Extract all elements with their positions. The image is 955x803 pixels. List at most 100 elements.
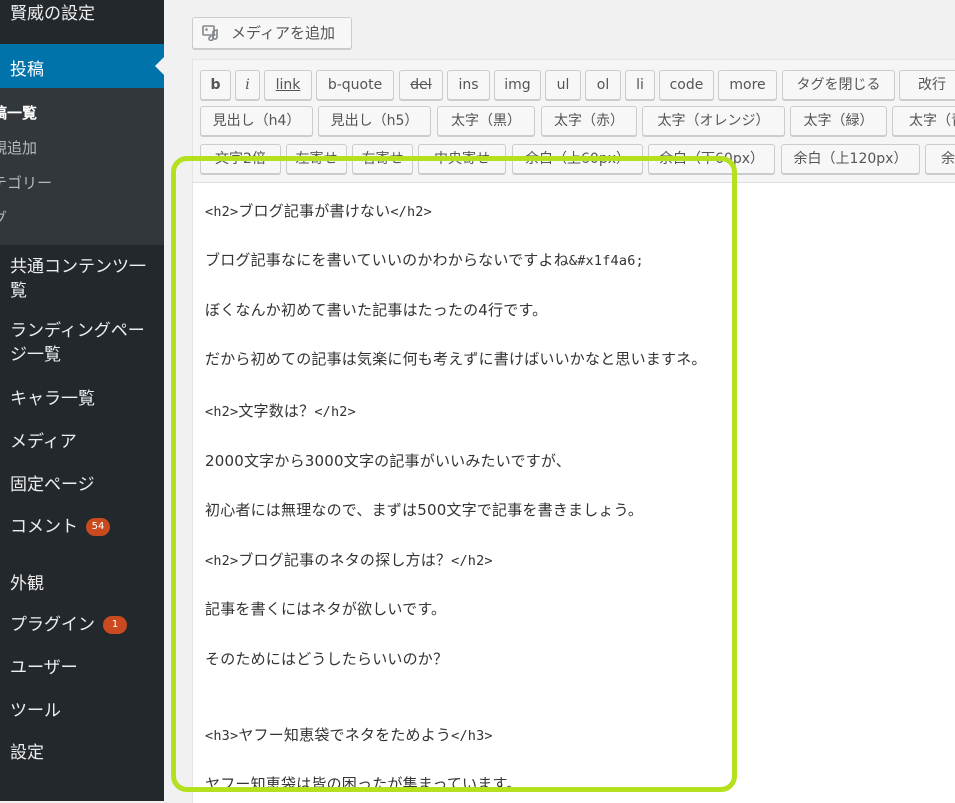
content-line: <h2>ブログ記事のネタの探し方は？</h2> [205,549,493,570]
qt-align-left-button[interactable]: 左寄せ [286,144,347,174]
sidebar-item-posts[interactable]: 投稿 [0,44,164,88]
current-menu-arrow [155,57,164,75]
sidebar-item-landing-pages[interactable]: ランディングペー ジ一覧 [0,319,164,367]
sidebar-item-characters[interactable]: キャラ一覧 [0,384,164,410]
submenu-item-tags[interactable]: グ [0,207,7,228]
content-line: ヤフー知恵袋は皆の困ったが集まっています。 [205,775,522,793]
qt-bold-button[interactable]: b [200,70,231,100]
sidebar-item-common-contents[interactable]: 共通コンテンツ一 覧 [0,255,164,303]
sidebar-item-label: コメント 54 [10,512,110,537]
line-text: ブログ記事が書けない [238,202,391,220]
sidebar-item-label: ツール [10,701,61,721]
content-line: 2000文字から3000文字の記事がいいみたいですが、 [205,452,571,470]
sidebar-item-label: 外観 [10,574,44,594]
content-line: 記事を書くにはネタが欲しいです。 [205,600,447,618]
sidebar-item-plugins[interactable]: プラグイン 1 [0,610,164,636]
tag-close: </h3> [451,728,493,744]
qt-del-button[interactable]: del [399,70,443,100]
quicktags-toolbar: b i link b-quote del ins img ul ol li co… [193,60,955,183]
tag-close: </h2> [390,204,432,220]
sidebar-item-appearance[interactable]: 外観 [0,569,164,595]
sidebar-item-pages[interactable]: 固定ページ [0,470,164,496]
sidebar-item-label: 賢威の設定 [10,4,95,24]
sidebar-item-keni-settings[interactable]: 賢威の設定 [0,0,164,24]
qt-h4-button[interactable]: 見出し（h4） [200,106,313,136]
line-text: ブログ記事なにを書いていいのかわからないですよね [205,251,569,269]
qt-margin-top-60-button[interactable]: 余白（上60px） [512,144,643,174]
sidebar-item-label-text: コメント [10,517,78,537]
add-media-button[interactable]: メディアを追加 [192,17,352,49]
content-line: 初心者には無理なので、まずは500文字で記事を書きましょう。 [205,501,644,519]
sidebar-item-label: ユーザー [10,658,78,678]
sidebar-item-label-text: プラグイン [10,615,95,635]
sidebar-item-label: メディア [10,432,77,452]
content-line: そのためにはどうしたらいいのか？ [205,650,449,668]
submenu-item-add-new[interactable]: 規追加 [0,137,37,158]
main-content: メディアを追加 b i link b-quote del ins img ul … [164,0,955,803]
post-content-textarea[interactable]: <h2>ブログ記事が書けない</h2> ブログ記事なにを書いていいのかわからない… [193,183,955,803]
qt-ins-button[interactable]: ins [447,70,490,100]
line-text: ブログ記事のネタの探し方は？ [238,551,452,569]
submenu-item-all-posts[interactable]: 稿一覧 [0,102,37,123]
qt-bold-green-button[interactable]: 太字（緑） [790,106,887,136]
comment-count-badge: 54 [86,518,110,536]
sidebar-item-label: 固定ページ [10,475,95,495]
sidebar-item-label: プラグイン 1 [10,610,127,635]
qt-h5-button[interactable]: 見出し（h5） [318,106,431,136]
qt-bold-orange-button[interactable]: 太字（オレンジ） [642,106,785,136]
text-editor: b i link b-quote del ins img ul ol li co… [192,59,955,803]
qt-align-center-button[interactable]: 中央寄せ [418,144,506,174]
plugin-update-badge: 1 [103,616,127,634]
qt-linebreak-button[interactable]: 改行（ [899,70,955,100]
qt-bold-red-button[interactable]: 太字（赤） [541,106,637,136]
sidebar-item-label: 設定 [10,743,44,763]
qt-double-size-button[interactable]: 文字2倍 [200,144,281,174]
qt-ol-button[interactable]: ol [585,70,621,100]
qt-italic-button[interactable]: i [235,70,260,100]
qt-li-button[interactable]: li [625,70,655,100]
qt-margin-bottom-60-button[interactable]: 余白（下60px） [648,144,775,174]
sidebar-item-label: 覧 [10,281,27,301]
qt-img-button[interactable]: img [494,70,541,100]
tag-close: </h2> [314,404,356,420]
sidebar-item-label: 投稿 [10,60,44,80]
sidebar-item-label: 共通コンテンツ一 [10,257,146,277]
qt-ul-button[interactable]: ul [545,70,581,100]
sidebar-item-label: キャラ一覧 [10,389,95,409]
content-line: ぼくなんか初めて書いた記事はたったの4行です。 [205,301,548,319]
media-icon [202,25,218,41]
sidebar-item-media[interactable]: メディア [0,427,164,453]
tag-open: <h3> [205,728,239,744]
content-line: だから初めての記事は気楽に何も考えずに書けばいいかなと思いますネ。 [205,350,707,368]
line-text: 文字数は？ [238,402,315,420]
sidebar-item-comments[interactable]: コメント 54 [0,512,164,538]
qt-bold-blue-button[interactable]: 太字（青 [892,106,955,136]
html-entity: &#x1f4a6; [568,253,644,269]
content-line: ブログ記事なにを書いていいのかわからないですよね&#x1f4a6; [205,249,644,270]
sidebar-item-label: ランディングペー [10,321,145,341]
sidebar-item-tools[interactable]: ツール [0,696,164,722]
qt-more-button[interactable]: more [718,70,777,100]
tag-open: <h2> [205,553,239,569]
tag-open: <h2> [205,404,239,420]
tag-open: <h2> [205,204,239,220]
qt-code-button[interactable]: code [659,70,714,100]
qt-link-button[interactable]: link [264,70,312,100]
qt-blockquote-button[interactable]: b-quote [316,70,394,100]
submenu-item-categories[interactable]: テゴリー [0,172,52,193]
line-text: ヤフー知恵袋でネタをためよう [238,726,452,744]
qt-close-tags-button[interactable]: タグを閉じる [782,70,895,100]
qt-bold-black-button[interactable]: 太字（黒） [437,106,535,136]
content-line: <h3>ヤフー知恵袋でネタをためよう</h3> [205,724,493,745]
admin-sidebar: 賢威の設定 投稿 稿一覧 規追加 テゴリー グ 共通コンテンツ一 覧 ランディン… [0,0,164,801]
posts-submenu: 稿一覧 規追加 テゴリー グ [0,88,164,245]
sidebar-item-users[interactable]: ユーザー [0,653,164,679]
qt-margin-button[interactable]: 余白 [925,144,955,174]
content-line: <h2>文字数は？</h2> [205,400,356,421]
content-line: <h2>ブログ記事が書けない</h2> [205,200,432,221]
tag-close: </h2> [451,553,493,569]
sidebar-item-settings[interactable]: 設定 [0,738,164,764]
qt-margin-top-120-button[interactable]: 余白（上120px） [781,144,920,174]
sidebar-item-label: ジ一覧 [10,345,61,365]
qt-align-right-button[interactable]: 右寄せ [352,144,413,174]
